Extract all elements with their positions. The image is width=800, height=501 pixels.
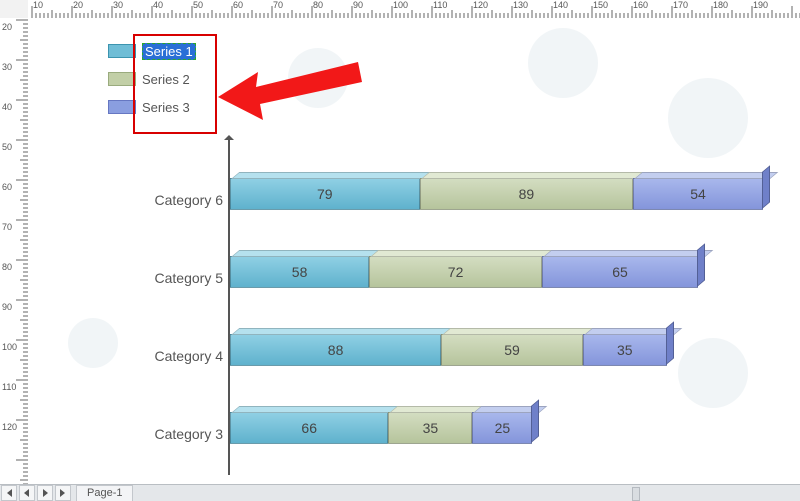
bar-segment-series-2[interactable]: 35 <box>388 412 472 444</box>
svg-text:20: 20 <box>73 0 83 10</box>
svg-text:80: 80 <box>313 0 323 10</box>
bar-row: Category 3 66 35 25 <box>108 412 790 452</box>
svg-text:60: 60 <box>2 182 12 192</box>
category-label: Category 4 <box>108 348 223 364</box>
ruler-horizontal[interactable]: 10 20 30 40 50 60 70 80 90 100 110 120 130 140 150 160 1… <box>28 0 800 19</box>
nav-first-button[interactable] <box>1 485 17 501</box>
legend-label: Series 2 <box>142 72 190 87</box>
svg-text:70: 70 <box>273 0 283 10</box>
ruler-vertical[interactable]: 20 30 40 50 60 70 80 90 100 110 120 <box>0 18 29 485</box>
svg-text:100: 100 <box>393 0 408 10</box>
svg-text:70: 70 <box>2 222 12 232</box>
legend-swatch-icon <box>108 100 136 114</box>
svg-text:60: 60 <box>233 0 243 10</box>
bar-value-label: 66 <box>301 420 317 436</box>
bar-segment-series-3[interactable]: 65 <box>542 256 698 288</box>
bar-value-label: 59 <box>504 342 520 358</box>
bar-value-label: 65 <box>612 264 628 280</box>
bar-row: Category 4 88 59 35 <box>108 334 790 374</box>
bar-row: Category 6 79 89 54 <box>108 178 790 218</box>
legend-swatch-icon <box>108 72 136 86</box>
svg-text:120: 120 <box>2 422 17 432</box>
bar-segment-series-3[interactable]: 35 <box>583 334 667 366</box>
svg-text:150: 150 <box>593 0 608 10</box>
svg-text:10: 10 <box>33 0 43 10</box>
svg-text:110: 110 <box>433 0 447 10</box>
bar-segment-series-3[interactable]: 54 <box>633 178 763 210</box>
ruler-corner <box>0 0 29 19</box>
svg-text:120: 120 <box>473 0 488 10</box>
bar-value-label: 58 <box>292 264 308 280</box>
svg-text:160: 160 <box>633 0 648 10</box>
bar-chart[interactable]: Category 6798954Category 5587265Category… <box>108 138 790 475</box>
bar-value-label: 72 <box>448 264 464 280</box>
page-tab[interactable]: Page-1 <box>76 485 133 501</box>
chart-legend[interactable]: Series 1 Series 2 Series 3 <box>108 40 196 124</box>
svg-text:140: 140 <box>553 0 568 10</box>
bar-segment-series-1[interactable]: 79 <box>230 178 420 210</box>
svg-text:80: 80 <box>2 262 12 272</box>
legend-item-series-3[interactable]: Series 3 <box>108 96 196 118</box>
nav-prev-button[interactable] <box>19 485 35 501</box>
svg-text:170: 170 <box>673 0 688 10</box>
bar-segment-series-2[interactable]: 72 <box>369 256 542 288</box>
svg-text:90: 90 <box>353 0 363 10</box>
legend-item-series-2[interactable]: Series 2 <box>108 68 196 90</box>
svg-text:100: 100 <box>2 342 17 352</box>
drawing-canvas[interactable]: Series 1 Series 2 Series 3 Category <box>28 18 800 485</box>
bar-segment-series-1[interactable]: 88 <box>230 334 441 366</box>
svg-text:30: 30 <box>2 62 12 72</box>
category-label: Category 3 <box>108 426 223 442</box>
bar-segment-series-3[interactable]: 25 <box>472 412 532 444</box>
category-label: Category 6 <box>108 192 223 208</box>
bar-value-label: 25 <box>495 420 511 436</box>
svg-text:20: 20 <box>2 22 12 32</box>
bar-segment-series-2[interactable]: 59 <box>441 334 583 366</box>
svg-text:110: 110 <box>2 382 16 392</box>
page-tab-bar: Page-1 <box>0 484 800 501</box>
svg-text:30: 30 <box>113 0 123 10</box>
bar-value-label: 88 <box>328 342 344 358</box>
category-label: Category 5 <box>108 270 223 286</box>
bar-segment-series-2[interactable]: 89 <box>420 178 634 210</box>
legend-swatch-icon <box>108 44 136 58</box>
bar-segment-series-1[interactable]: 58 <box>230 256 369 288</box>
svg-text:50: 50 <box>193 0 203 10</box>
svg-text:130: 130 <box>513 0 528 10</box>
svg-text:180: 180 <box>713 0 728 10</box>
bar-segment-series-1[interactable]: 66 <box>230 412 388 444</box>
tabbar-splitter[interactable] <box>632 487 640 501</box>
page-paper[interactable]: Series 1 Series 2 Series 3 Category <box>28 18 800 485</box>
svg-text:40: 40 <box>2 102 12 112</box>
bar-value-label: 79 <box>317 186 333 202</box>
bar-value-label: 89 <box>519 186 535 202</box>
bar-value-label: 35 <box>617 342 633 358</box>
bar-value-label: 54 <box>690 186 706 202</box>
bar-row: Category 5 58 72 65 <box>108 256 790 296</box>
nav-last-button[interactable] <box>55 485 71 501</box>
legend-label-editing[interactable]: Series 1 <box>142 43 196 60</box>
app-window: { "legend": { "items": [ {"label": "Seri… <box>0 0 800 501</box>
bar-value-label: 35 <box>423 420 439 436</box>
svg-text:190: 190 <box>753 0 768 10</box>
svg-text:40: 40 <box>153 0 163 10</box>
nav-next-button[interactable] <box>37 485 53 501</box>
svg-text:50: 50 <box>2 142 12 152</box>
annotation-arrow-icon <box>208 42 368 142</box>
legend-label: Series 3 <box>142 100 190 115</box>
svg-text:90: 90 <box>2 302 12 312</box>
legend-item-series-1[interactable]: Series 1 <box>108 40 196 62</box>
